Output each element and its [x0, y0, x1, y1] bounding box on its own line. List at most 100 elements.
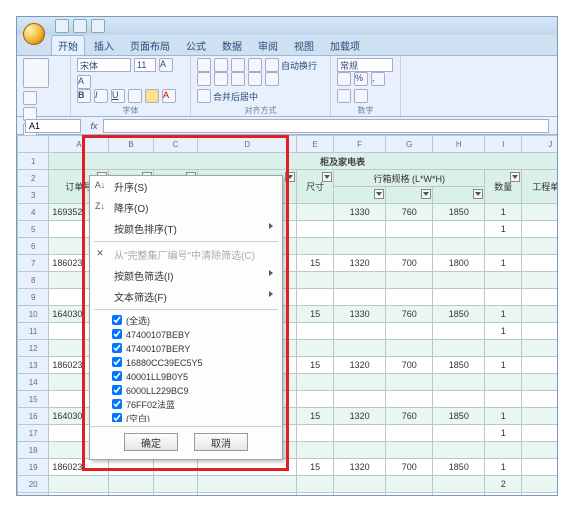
cell[interactable]: [522, 255, 558, 272]
cell[interactable]: [297, 391, 334, 408]
cell[interactable]: [433, 289, 485, 306]
cell[interactable]: [433, 221, 485, 238]
align-center-icon[interactable]: [214, 72, 228, 86]
row-header[interactable]: 17: [18, 425, 49, 442]
cell[interactable]: [433, 272, 485, 289]
cell[interactable]: 1850: [433, 204, 485, 221]
cell[interactable]: 1850: [433, 459, 485, 476]
cell[interactable]: [522, 408, 558, 425]
row-header[interactable]: 15: [18, 391, 49, 408]
cell[interactable]: [433, 442, 485, 459]
cell[interactable]: 1: [485, 459, 522, 476]
cell[interactable]: [522, 272, 558, 289]
cancel-button[interactable]: 取消: [194, 433, 248, 451]
cell[interactable]: [386, 391, 433, 408]
cell[interactable]: 760: [386, 306, 433, 323]
italic-button[interactable]: I: [94, 89, 108, 103]
cell[interactable]: [297, 221, 334, 238]
filter-header[interactable]: 数量: [485, 170, 522, 204]
save-icon[interactable]: [55, 19, 69, 33]
cell[interactable]: [485, 493, 522, 496]
decrease-decimal-icon[interactable]: [354, 89, 368, 103]
ribbon-tab-7[interactable]: 加载项: [323, 35, 367, 55]
row-header[interactable]: 8: [18, 272, 49, 289]
cell[interactable]: 1320: [333, 459, 385, 476]
office-button[interactable]: [23, 23, 45, 45]
filter-header[interactable]: [333, 187, 385, 204]
number-format-combo[interactable]: 常规: [337, 58, 393, 72]
paste-button[interactable]: [23, 58, 49, 88]
cell[interactable]: [198, 476, 297, 493]
cell[interactable]: [386, 425, 433, 442]
row-header[interactable]: 20: [18, 476, 49, 493]
cell[interactable]: 700: [386, 459, 433, 476]
col-header[interactable]: H: [433, 136, 485, 153]
cell[interactable]: [522, 306, 558, 323]
align-right-icon[interactable]: [231, 72, 245, 86]
cell[interactable]: [386, 323, 433, 340]
cell[interactable]: [386, 289, 433, 306]
cell[interactable]: [433, 238, 485, 255]
filter-header[interactable]: [386, 187, 433, 204]
cell[interactable]: [333, 340, 385, 357]
cell[interactable]: [522, 238, 558, 255]
filter-check-item[interactable]: 47400107BEBY: [112, 328, 276, 342]
col-header[interactable]: E: [297, 136, 334, 153]
cell[interactable]: [386, 221, 433, 238]
cell[interactable]: [485, 272, 522, 289]
row-header[interactable]: 10: [18, 306, 49, 323]
cell[interactable]: 15: [297, 306, 334, 323]
text-filter-item[interactable]: 文本筛选(F): [90, 286, 282, 307]
col-header[interactable]: G: [386, 136, 433, 153]
col-header[interactable]: C: [153, 136, 197, 153]
cell[interactable]: [522, 425, 558, 442]
cell[interactable]: 15: [297, 459, 334, 476]
cell[interactable]: [109, 476, 153, 493]
cell[interactable]: [297, 425, 334, 442]
font-name-combo[interactable]: 宋体: [77, 58, 131, 72]
cell[interactable]: [333, 272, 385, 289]
row-header[interactable]: 3: [18, 187, 49, 204]
ribbon-tab-2[interactable]: 页面布局: [123, 35, 177, 55]
filter-check-item[interactable]: 76FF02法蓝: [112, 398, 276, 412]
border-button[interactable]: [128, 89, 142, 103]
cell[interactable]: [333, 442, 385, 459]
cell[interactable]: [153, 493, 197, 496]
align-left-icon[interactable]: [197, 72, 211, 86]
align-bottom-icon[interactable]: [231, 58, 245, 72]
align-middle-icon[interactable]: [214, 58, 228, 72]
cell[interactable]: [522, 323, 558, 340]
filter-check-item[interactable]: 40001LL9B0Y5: [112, 370, 276, 384]
cell[interactable]: [485, 442, 522, 459]
cell[interactable]: [433, 323, 485, 340]
sort-by-color-item[interactable]: 按颜色排序(T): [90, 218, 282, 239]
bold-button[interactable]: B: [77, 89, 91, 103]
cell[interactable]: [433, 340, 485, 357]
filter-by-color-item[interactable]: 按颜色筛选(I): [90, 265, 282, 286]
filter-header[interactable]: 工程单价: [522, 170, 558, 204]
cell[interactable]: [49, 493, 109, 496]
percent-icon[interactable]: %: [354, 72, 368, 86]
filter-dropdown-icon[interactable]: [510, 172, 520, 182]
ribbon-tab-0[interactable]: 开始: [51, 35, 85, 55]
cell[interactable]: [297, 289, 334, 306]
cell[interactable]: [333, 391, 385, 408]
cell[interactable]: [333, 289, 385, 306]
cell[interactable]: [153, 476, 197, 493]
cell[interactable]: 700: [386, 357, 433, 374]
filter-dropdown-icon[interactable]: [421, 189, 431, 199]
cell[interactable]: [485, 289, 522, 306]
ribbon-tab-5[interactable]: 审阅: [251, 35, 285, 55]
cell[interactable]: [333, 238, 385, 255]
cell[interactable]: [522, 289, 558, 306]
filter-check-item[interactable]: 6000LL229BC9: [112, 384, 276, 398]
formula-input[interactable]: [103, 119, 549, 133]
cell[interactable]: [386, 493, 433, 496]
row-header[interactable]: 14: [18, 374, 49, 391]
cell[interactable]: [522, 493, 558, 496]
font-color-button[interactable]: A: [162, 89, 176, 103]
cell[interactable]: 15: [297, 408, 334, 425]
cell[interactable]: [49, 476, 109, 493]
cell[interactable]: [153, 459, 197, 476]
cell[interactable]: 186023: [49, 459, 109, 476]
